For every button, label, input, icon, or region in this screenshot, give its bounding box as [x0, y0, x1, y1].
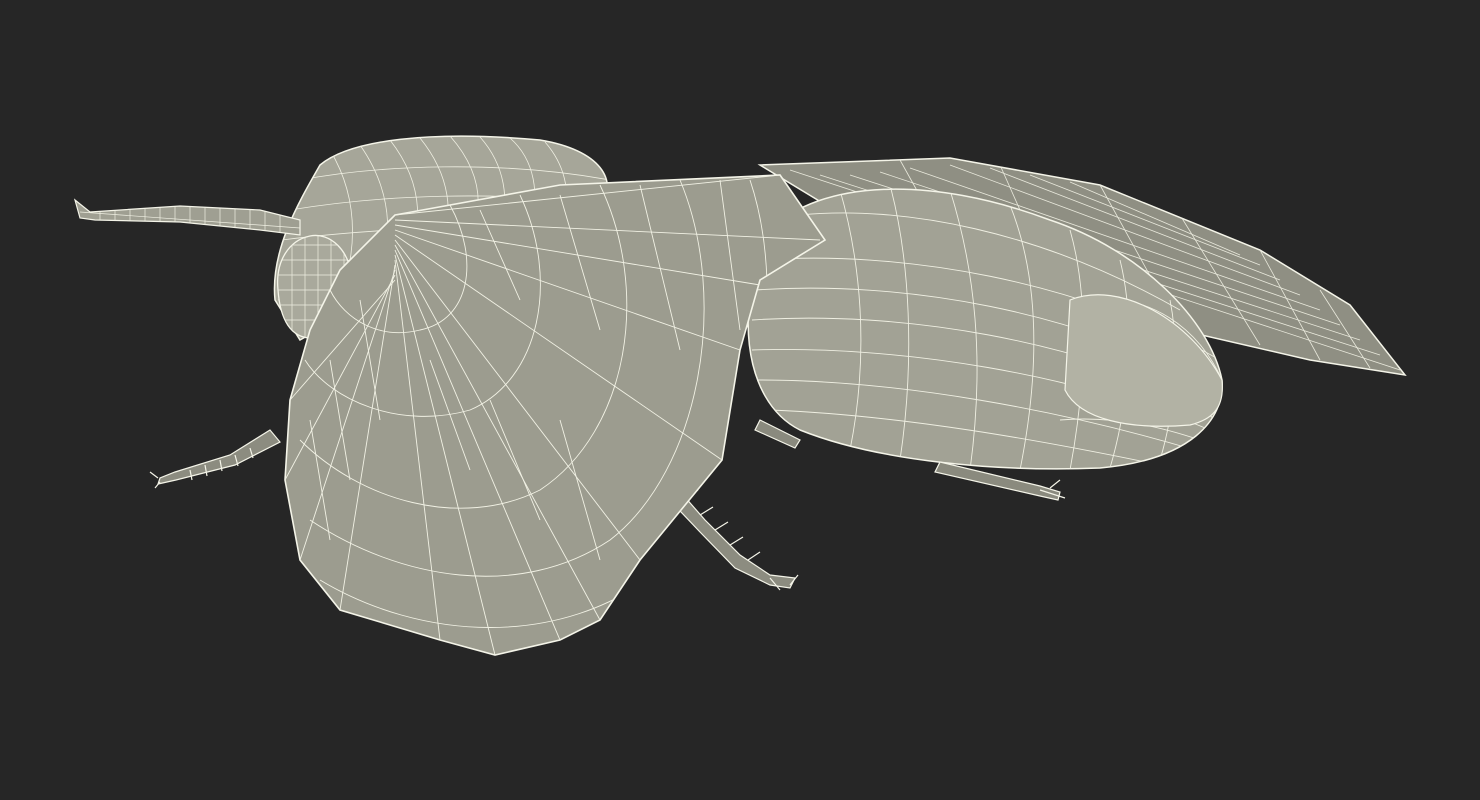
near-wing [284, 174, 827, 656]
render-viewport[interactable] [0, 0, 1480, 800]
antenna [73, 198, 301, 236]
wireframe-moth-model [73, 135, 1407, 656]
